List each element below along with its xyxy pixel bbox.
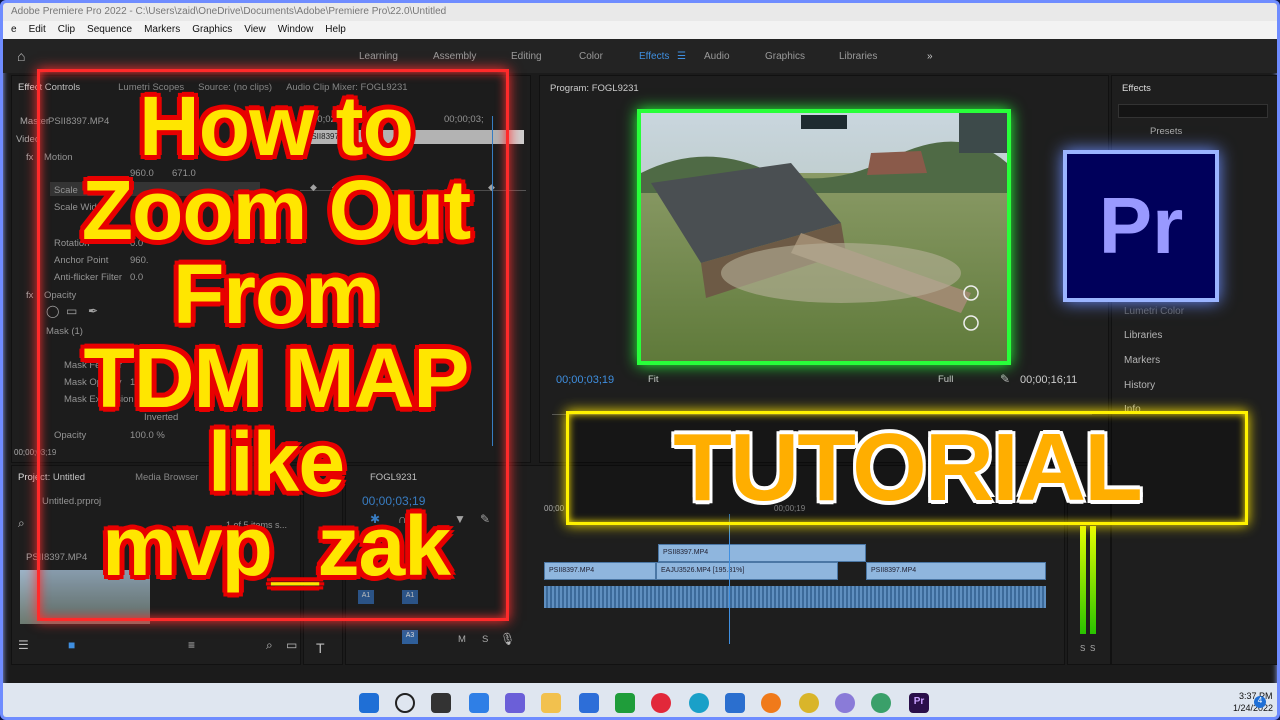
menu-markers[interactable]: Markers xyxy=(144,24,180,36)
store-icon[interactable] xyxy=(725,693,745,713)
menu-bar: e Edit Clip Sequence Markers Graphics Vi… xyxy=(3,21,1277,39)
home-icon[interactable]: ⌂ xyxy=(17,48,25,64)
resolution-dropdown[interactable]: Full xyxy=(938,374,953,385)
clip-v2[interactable]: PSII8397.MP4 xyxy=(658,544,866,562)
audio-meter-right xyxy=(1090,526,1096,634)
fit-dropdown[interactable]: Fit xyxy=(648,374,659,385)
clip-v1-b-label: EAJU3526.MP4 [195.31%] xyxy=(661,567,745,574)
effects-item-history[interactable]: History xyxy=(1124,380,1155,391)
meter-solo-right[interactable]: S xyxy=(1090,644,1095,653)
new-bin-icon[interactable]: ▭ xyxy=(286,638,297,652)
track-a3[interactable]: A3 xyxy=(402,630,418,644)
clock-date[interactable]: 1/24/2022 xyxy=(1233,703,1273,713)
wrench-settings-icon[interactable]: ✎ xyxy=(1000,372,1010,386)
fx-badge: fx xyxy=(26,152,34,163)
workspace-libraries[interactable]: Libraries xyxy=(839,51,877,62)
sort-icon[interactable]: ≡ xyxy=(188,638,195,652)
edge-icon[interactable] xyxy=(689,693,709,713)
opera-icon[interactable] xyxy=(651,693,671,713)
ruler-start: 00;00 xyxy=(544,504,565,513)
presets-folder[interactable]: Presets xyxy=(1150,126,1182,137)
program-timecode-right: 00;00;16;11 xyxy=(1020,374,1078,386)
app2-icon[interactable] xyxy=(835,693,855,713)
menu-help[interactable]: Help xyxy=(325,24,346,36)
menu-graphics[interactable]: Graphics xyxy=(192,24,232,36)
premiere-taskbar-icon[interactable]: Pr xyxy=(909,693,929,713)
workspace-audio[interactable]: Audio xyxy=(704,51,730,62)
search-taskbar-icon[interactable] xyxy=(395,693,415,713)
title-line-5: like xyxy=(207,415,345,509)
icon-view-icon[interactable]: ■ xyxy=(68,638,75,652)
type-tool-icon[interactable]: T xyxy=(316,640,325,656)
chrome-icon[interactable] xyxy=(799,693,819,713)
clip-v1-a-label: PSII8397.MP4 xyxy=(549,567,595,574)
start-icon[interactable] xyxy=(359,693,379,713)
clip-v2-label: PSII8397.MP4 xyxy=(663,549,709,556)
fx-badge-opacity: fx xyxy=(26,290,34,301)
clip-v1-a[interactable]: PSII8397.MP4 xyxy=(544,562,656,580)
effects-search-input[interactable] xyxy=(1118,104,1268,118)
effects-item-libraries[interactable]: Libraries xyxy=(1124,330,1162,341)
tutorial-banner: TUTORIAL xyxy=(566,411,1248,525)
app3-icon[interactable] xyxy=(871,693,891,713)
clip-v1-b[interactable]: EAJU3526.MP4 [195.31%] xyxy=(656,562,838,580)
title-line-4: TDM MAP xyxy=(83,331,470,425)
workspace-graphics[interactable]: Graphics xyxy=(765,51,805,62)
title-line-6: mvp_zak xyxy=(102,499,451,593)
solo-a3[interactable]: S xyxy=(482,634,488,645)
workspace-learning[interactable]: Learning xyxy=(359,51,398,62)
clip-v1-c-label: PSII8397.MP4 xyxy=(871,567,917,574)
windows-taskbar xyxy=(3,683,1277,717)
menu-file[interactable]: e xyxy=(11,24,17,36)
workspace-editing[interactable]: Editing xyxy=(511,51,542,62)
voiceover-mic-icon[interactable]: 🎙 xyxy=(500,632,515,646)
mute-a3[interactable]: M xyxy=(458,634,466,645)
effects-item-lumetri[interactable]: Lumetri Color xyxy=(1124,306,1184,317)
title-line-3: From xyxy=(173,247,380,341)
app-icon[interactable] xyxy=(579,693,599,713)
screenshot-frame: Adobe Premiere Pro 2022 - C:\Users\zaid\… xyxy=(0,0,1280,720)
file-explorer-icon[interactable] xyxy=(541,693,561,713)
menu-window[interactable]: Window xyxy=(278,24,314,36)
more-workspaces-icon[interactable]: » xyxy=(927,51,933,62)
workspace-effects[interactable]: Effects xyxy=(639,51,669,62)
clip-v1-c[interactable]: PSII8397.MP4 xyxy=(866,562,1046,580)
thumbnail-title: How to Zoom Out From TDM MAP like mvp_za… xyxy=(40,84,512,588)
thumbnail-title-box: How to Zoom Out From TDM MAP like mvp_za… xyxy=(37,69,509,621)
task-view-icon[interactable] xyxy=(431,693,451,713)
title-line-1: How to xyxy=(139,79,414,173)
list-view-icon[interactable]: ☰ xyxy=(18,638,29,652)
audio-waveform-clip[interactable] xyxy=(544,586,1046,608)
menu-clip[interactable]: Clip xyxy=(58,24,75,36)
premiere-pro-logo: Pr xyxy=(1063,150,1219,302)
chat-icon[interactable] xyxy=(505,693,525,713)
game-scene-image xyxy=(641,113,1007,361)
workspace-bar: ⌂ Learning Assembly Editing Color Effect… xyxy=(3,39,1277,73)
effects-item-markers[interactable]: Markers xyxy=(1124,355,1160,366)
window-titlebar: Adobe Premiere Pro 2022 - C:\Users\zaid\… xyxy=(3,3,1277,21)
meter-solo-left[interactable]: S xyxy=(1080,644,1085,653)
menu-sequence[interactable]: Sequence xyxy=(87,24,132,36)
xbox-icon[interactable] xyxy=(615,693,635,713)
firefox-icon[interactable] xyxy=(761,693,781,713)
workspace-menu-icon[interactable]: ☰ xyxy=(677,51,686,62)
menu-view[interactable]: View xyxy=(244,24,266,36)
search-icon[interactable]: ⌕ xyxy=(18,516,25,531)
audio-meter-left xyxy=(1080,526,1086,634)
workspace-assembly[interactable]: Assembly xyxy=(433,51,476,62)
menu-edit[interactable]: Edit xyxy=(29,24,46,36)
program-monitor-title[interactable]: Program: FOGL9231 xyxy=(550,83,639,94)
track-a3-label: A3 xyxy=(405,632,415,639)
tutorial-text: TUTORIAL xyxy=(673,414,1143,521)
program-timecode-left[interactable]: 00;00;03;19 xyxy=(556,374,614,386)
effects-panel-title: Effects xyxy=(1122,83,1151,94)
notification-badge[interactable]: 4 xyxy=(1254,696,1266,708)
program-video-frame xyxy=(637,109,1011,365)
logo-text: Pr xyxy=(1098,181,1184,270)
find-icon[interactable]: ⌕ xyxy=(266,638,273,653)
timeline-playhead[interactable] xyxy=(729,514,730,644)
widgets-icon[interactable] xyxy=(469,693,489,713)
title-line-2: Zoom Out xyxy=(81,163,472,257)
workspace-color[interactable]: Color xyxy=(579,51,603,62)
